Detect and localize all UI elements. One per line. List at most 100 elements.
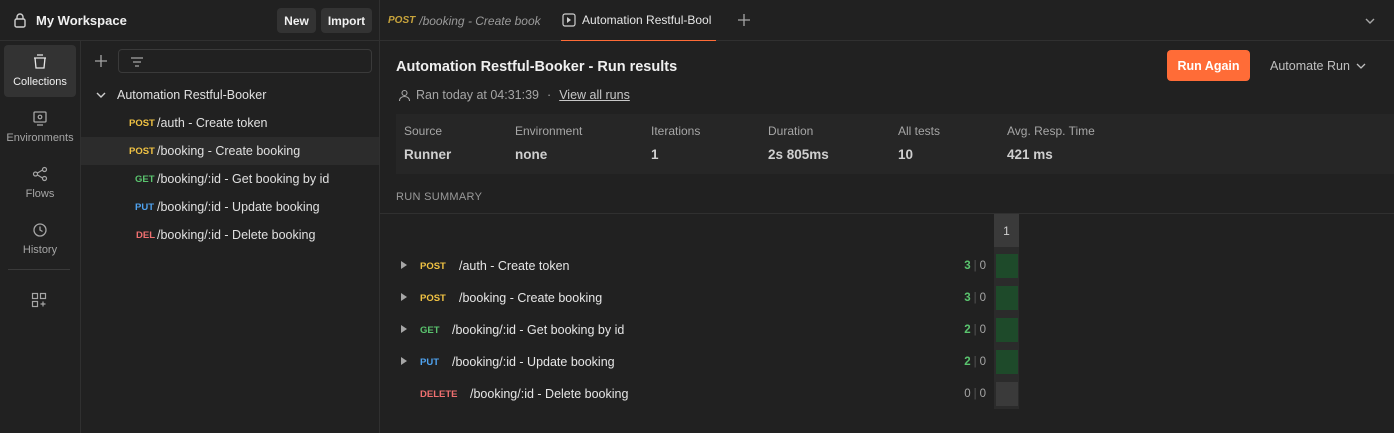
caret-right-icon[interactable] bbox=[401, 293, 407, 301]
request-path: /booking/:id - Get booking by id bbox=[452, 323, 625, 337]
failed-count: 0 bbox=[979, 292, 986, 304]
add-collection-icon[interactable] bbox=[93, 53, 109, 69]
request-path: /auth - Create token bbox=[459, 259, 570, 273]
tab-bar: POST /booking - Create book Automation R… bbox=[380, 0, 1394, 41]
tab-label: /booking - Create book bbox=[419, 13, 541, 28]
method-badge: POST bbox=[129, 145, 155, 157]
request-item[interactable]: DEL /booking/:id - Delete booking bbox=[81, 221, 379, 249]
iteration-cell-pass[interactable] bbox=[996, 318, 1018, 342]
run-results-panel: Automation Restful-Booker - Run results … bbox=[380, 41, 1394, 433]
failed-count: 0 bbox=[979, 260, 986, 272]
request-label: /booking/:id - Update booking bbox=[157, 200, 320, 214]
new-button[interactable]: New bbox=[277, 8, 316, 33]
test-counts: 2 | 0 bbox=[964, 324, 986, 336]
collections-icon bbox=[34, 54, 46, 69]
request-path: /booking/:id - Delete booking bbox=[470, 387, 629, 401]
history-icon bbox=[33, 223, 47, 237]
summary-row[interactable]: GET /booking/:id - Get booking by id 2 | 0 bbox=[380, 314, 990, 346]
method-badge: POST bbox=[420, 292, 446, 304]
rail-item-history[interactable]: History bbox=[4, 213, 76, 265]
summary-row[interactable]: PUT /booking/:id - Update booking 2 | 0 bbox=[380, 346, 990, 378]
collection-row[interactable]: Automation Restful-Booker bbox=[81, 81, 379, 109]
method-badge: DELETE bbox=[420, 388, 458, 400]
request-label: /auth - Create token bbox=[157, 116, 268, 130]
stat-label: Source bbox=[404, 124, 443, 138]
run-summary-heading: RUN SUMMARY bbox=[396, 191, 483, 203]
summary-row[interactable]: POST /auth - Create token 3 | 0 bbox=[380, 250, 990, 282]
caret-right-icon[interactable] bbox=[401, 261, 407, 269]
add-apps-icon[interactable] bbox=[31, 292, 47, 308]
summary-row[interactable]: POST /booking - Create booking 3 | 0 bbox=[380, 282, 990, 314]
caret-right-icon[interactable] bbox=[401, 325, 407, 333]
stat-value: 10 bbox=[898, 147, 914, 162]
import-button[interactable]: Import bbox=[321, 8, 372, 33]
iteration-cell-pass[interactable] bbox=[996, 286, 1018, 310]
rail-label: Collections bbox=[13, 76, 67, 88]
stat-value: none bbox=[515, 147, 548, 162]
request-path: /booking/:id - Update booking bbox=[452, 355, 615, 369]
tab-method: POST bbox=[388, 15, 416, 26]
tab-label: Automation Restful-Bool bbox=[582, 13, 712, 27]
failed-count: 0 bbox=[979, 388, 986, 400]
workspace-title[interactable]: My Workspace bbox=[36, 13, 127, 28]
iteration-header: 1 bbox=[994, 214, 1019, 247]
failed-count: 0 bbox=[979, 324, 986, 336]
rail-divider bbox=[8, 269, 70, 270]
iteration-cell-pass[interactable] bbox=[996, 254, 1018, 278]
filter-icon bbox=[131, 57, 143, 67]
left-rail: Collections Environments Flows History bbox=[0, 41, 81, 433]
request-label: /booking/:id - Get booking by id bbox=[157, 172, 330, 186]
method-badge: DEL bbox=[136, 229, 155, 241]
passed-count: 0 bbox=[964, 388, 971, 400]
stat-label: Avg. Resp. Time bbox=[1007, 124, 1095, 138]
request-item[interactable]: POST /booking - Create booking bbox=[81, 137, 379, 165]
run-time: Ran today at 04:31:39 bbox=[416, 88, 540, 102]
method-badge: GET bbox=[135, 173, 155, 185]
view-all-runs-link[interactable]: View all runs bbox=[559, 88, 630, 102]
passed-count: 3 bbox=[964, 292, 971, 304]
rail-label: Flows bbox=[25, 188, 55, 200]
method-badge: POST bbox=[129, 117, 155, 129]
collections-sidebar: Automation Restful-Booker POST /auth - C… bbox=[81, 41, 380, 433]
stat-label: Iterations bbox=[651, 124, 701, 138]
passed-count: 3 bbox=[964, 260, 971, 272]
test-counts: 3 | 0 bbox=[964, 260, 986, 272]
tab-run-results[interactable]: Automation Restful-Bool bbox=[561, 0, 716, 41]
request-item[interactable]: POST /auth - Create token bbox=[81, 109, 379, 137]
request-path: /booking - Create booking bbox=[459, 291, 603, 305]
user-icon bbox=[398, 89, 411, 101]
add-tab-icon[interactable] bbox=[736, 12, 752, 28]
summary-row[interactable]: DELETE /booking/:id - Delete booking 0 | 0 bbox=[380, 378, 990, 410]
rail-label: Environments bbox=[6, 132, 74, 144]
meta-separator: · bbox=[547, 88, 552, 102]
environments-icon bbox=[33, 111, 47, 126]
chevron-down-icon[interactable] bbox=[1364, 15, 1376, 27]
iteration-cell-pass[interactable] bbox=[996, 350, 1018, 374]
chevron-down-icon bbox=[1356, 63, 1366, 69]
rail-item-environments[interactable]: Environments bbox=[4, 101, 76, 153]
passed-count: 2 bbox=[964, 356, 971, 368]
workspace-header: My Workspace New Import bbox=[0, 0, 380, 41]
stat-label: Environment bbox=[515, 124, 583, 138]
page-title: Automation Restful-Booker - Run results bbox=[396, 59, 678, 75]
method-badge: PUT bbox=[420, 356, 439, 368]
caret-right-icon[interactable] bbox=[401, 357, 407, 365]
request-label: /booking - Create booking bbox=[157, 144, 301, 158]
automate-run-button[interactable]: Automate Run bbox=[1270, 50, 1366, 81]
run-stats: Source Runner Environment none Iteration… bbox=[396, 114, 1394, 174]
test-counts: 2 | 0 bbox=[964, 356, 986, 368]
run-again-button[interactable]: Run Again bbox=[1167, 50, 1250, 81]
rail-item-collections[interactable]: Collections bbox=[4, 45, 76, 97]
iteration-cell-empty[interactable] bbox=[996, 382, 1018, 406]
iteration-column: 1 bbox=[994, 214, 1019, 409]
rail-item-flows[interactable]: Flows bbox=[4, 157, 76, 209]
method-badge: POST bbox=[420, 260, 446, 272]
request-item[interactable]: PUT /booking/:id - Update booking bbox=[81, 193, 379, 221]
rail-label: History bbox=[22, 244, 58, 256]
lock-icon bbox=[14, 13, 26, 28]
search-input[interactable] bbox=[118, 49, 372, 73]
request-item[interactable]: GET /booking/:id - Get booking by id bbox=[81, 165, 379, 193]
passed-count: 2 bbox=[964, 324, 971, 336]
tab-create-booking[interactable]: POST /booking - Create book bbox=[388, 0, 548, 41]
stat-value: 1 bbox=[651, 147, 659, 162]
